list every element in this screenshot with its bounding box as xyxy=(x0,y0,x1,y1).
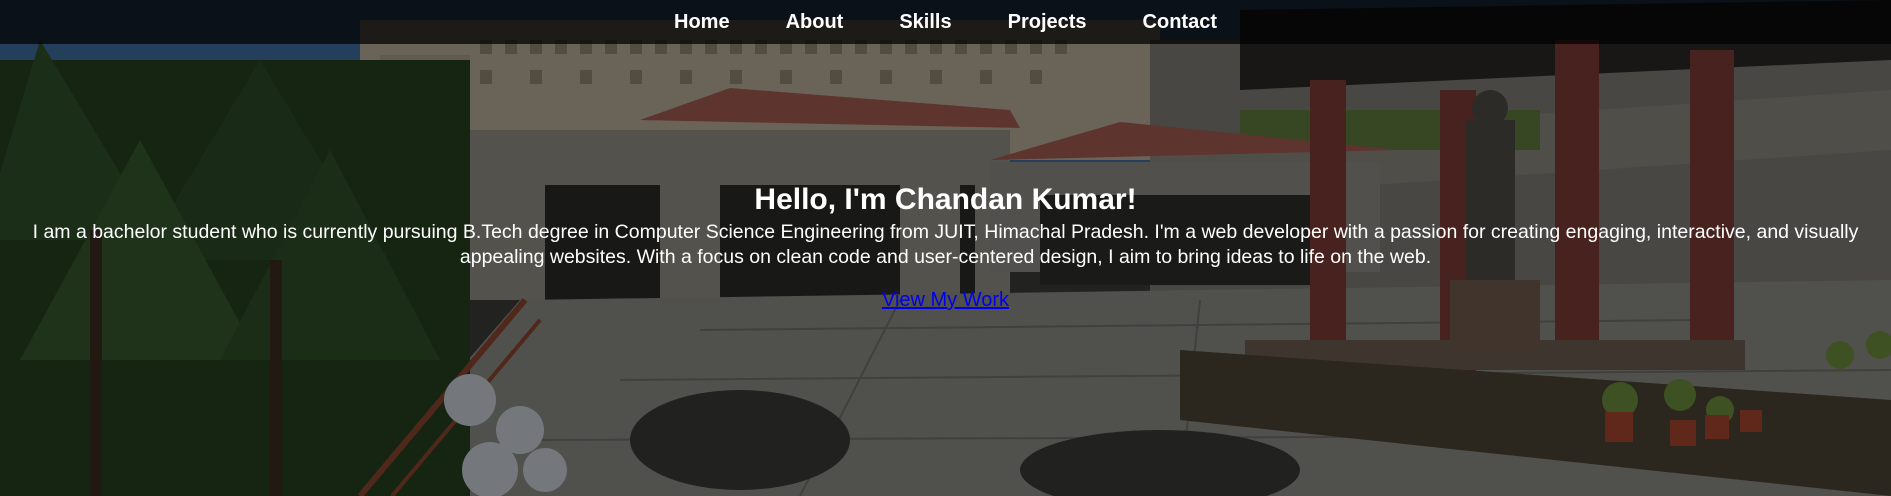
nav-link-contact[interactable]: Contact xyxy=(1143,11,1217,33)
nav-link-home[interactable]: Home xyxy=(674,11,730,33)
view-my-work-link[interactable]: View My Work xyxy=(882,289,1009,312)
nav-link-about[interactable]: About xyxy=(786,11,844,33)
nav-link-skills[interactable]: Skills xyxy=(899,11,951,33)
hero-title: Hello, I'm Chandan Kumar! xyxy=(754,183,1137,216)
hero-section: Home About Skills Projects Contact Hello… xyxy=(0,0,1891,496)
nav-item-skills: Skills xyxy=(871,11,979,34)
nav-item-about: About xyxy=(758,11,872,34)
nav-link-projects[interactable]: Projects xyxy=(1008,11,1087,33)
nav-item-projects: Projects xyxy=(980,11,1115,34)
nav-list: Home About Skills Projects Contact xyxy=(646,11,1245,34)
hero-content: Hello, I'm Chandan Kumar! I am a bachelo… xyxy=(0,180,1891,312)
hero-description: I am a bachelor student who is currently… xyxy=(32,221,1859,268)
nav-item-home: Home xyxy=(646,11,758,34)
top-navbar: Home About Skills Projects Contact xyxy=(0,0,1891,44)
nav-item-contact: Contact xyxy=(1115,11,1245,34)
